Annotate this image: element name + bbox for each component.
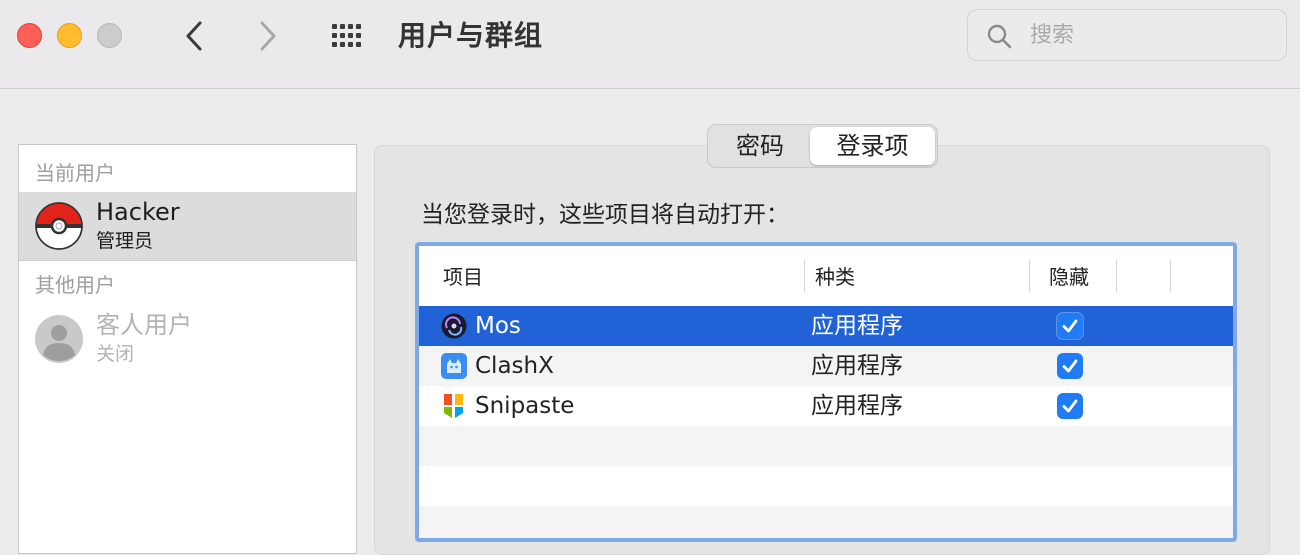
column-header-hide[interactable]: 隐藏 <box>1049 246 1089 306</box>
empty-row <box>419 426 1233 466</box>
tab-control: 密码 登录项 <box>707 124 938 168</box>
tab-login-items[interactable]: 登录项 <box>810 127 935 165</box>
tab-password[interactable]: 密码 <box>710 127 810 165</box>
item-name: Snipaste <box>475 393 575 419</box>
snipaste-icon <box>444 394 463 418</box>
login-items-description: 当您登录时，这些项目将自动打开： <box>421 202 789 228</box>
user-name: Hacker <box>96 198 180 226</box>
item-name: Mos <box>475 313 521 339</box>
close-window-button[interactable] <box>17 23 42 48</box>
grid-icon <box>332 24 361 47</box>
login-items-table[interactable]: 项目 种类 隐藏 Mos 应用程序 ClashX 应用程序 Snipaste 应… <box>415 242 1237 542</box>
other-users-header: 其他用户 <box>35 273 115 297</box>
user-list: 当前用户 Hacker 管理员 其他用户 客人用户 关闭 <box>18 144 357 554</box>
search-field[interactable]: 搜索 <box>967 9 1287 61</box>
hide-checkbox[interactable] <box>1057 393 1083 419</box>
user-role: 管理员 <box>96 230 154 252</box>
item-kind: 应用程序 <box>811 393 903 419</box>
hide-checkbox[interactable] <box>1057 313 1083 339</box>
minimize-window-button[interactable] <box>57 23 82 48</box>
current-users-header: 当前用户 <box>35 161 115 185</box>
chevron-left-icon <box>186 21 202 51</box>
hide-checkbox[interactable] <box>1057 353 1083 379</box>
item-kind: 应用程序 <box>811 313 903 339</box>
table-row[interactable]: Snipaste 应用程序 <box>419 386 1233 426</box>
zoom-window-button[interactable] <box>97 23 122 48</box>
item-name: ClashX <box>475 353 554 379</box>
window-title: 用户与群组 <box>398 19 544 52</box>
user-row-hacker[interactable]: Hacker 管理员 <box>19 192 356 260</box>
item-kind: 应用程序 <box>811 353 903 379</box>
column-separator <box>1116 260 1117 292</box>
checkmark-icon <box>1062 399 1078 413</box>
column-header-kind[interactable]: 种类 <box>815 246 855 306</box>
user-status: 关闭 <box>96 343 135 365</box>
search-icon <box>987 24 1012 49</box>
show-all-button[interactable] <box>330 22 368 50</box>
table-row[interactable]: Mos 应用程序 <box>419 306 1233 346</box>
empty-row <box>419 466 1233 506</box>
toolbar: 用户与群组 搜索 <box>0 0 1300 89</box>
table-header: 项目 种类 隐藏 <box>419 246 1233 307</box>
pokeball-avatar-icon <box>35 202 83 250</box>
table-row[interactable]: ClashX 应用程序 <box>419 346 1233 386</box>
checkmark-icon <box>1062 319 1078 333</box>
section-divider <box>19 260 356 261</box>
column-separator <box>1029 260 1030 292</box>
column-header-item[interactable]: 项目 <box>443 246 483 306</box>
clashx-icon <box>441 353 467 379</box>
forward-button[interactable] <box>252 18 282 54</box>
checkmark-icon <box>1062 359 1078 373</box>
user-name: 客人用户 <box>96 311 192 339</box>
back-button[interactable] <box>180 18 210 54</box>
user-row-guest[interactable]: 客人用户 关闭 <box>19 305 356 373</box>
chevron-right-icon <box>260 21 276 51</box>
column-separator <box>1170 260 1171 292</box>
search-placeholder: 搜索 <box>1030 23 1075 48</box>
column-separator <box>804 260 805 292</box>
mos-icon <box>441 313 467 339</box>
empty-row <box>419 506 1233 538</box>
user-silhouette-icon <box>35 315 83 363</box>
